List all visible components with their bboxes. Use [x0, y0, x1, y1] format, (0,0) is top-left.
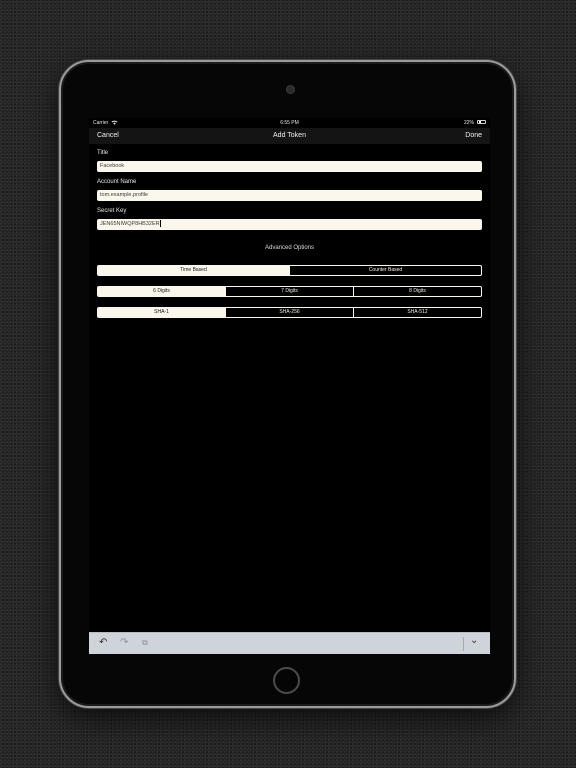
dismiss-keyboard-icon[interactable]: ⌄: [470, 635, 478, 647]
app-screen: Carrier 6:55 PM 22% Cancel Add Token Don…: [89, 118, 490, 654]
account-name-field[interactable]: tom.example.profile: [97, 190, 482, 201]
segment-sha-512[interactable]: SHA-512: [353, 308, 481, 317]
segment-8-digits[interactable]: 8 Digits: [353, 287, 481, 296]
secret-key-field[interactable]: JEN65NIWQP8HB32ER: [97, 219, 482, 230]
undo-icon[interactable]: ↶: [99, 637, 107, 649]
toolbar-divider: [463, 637, 464, 651]
done-button[interactable]: Done: [465, 132, 482, 139]
segment-sha-256[interactable]: SHA-256: [225, 308, 353, 317]
secret-key-label: Secret Key: [97, 208, 127, 214]
battery-icon: [477, 120, 486, 124]
segment-7-digits[interactable]: 7 Digits: [225, 287, 353, 296]
navigation-bar: Cancel Add Token Done: [89, 128, 490, 144]
algorithm-segmented-control: SHA-1 SHA-256 SHA-512: [97, 307, 482, 318]
secret-key-value: JEN65NIWQP8HB32ER: [100, 221, 160, 227]
battery-percentage: 22%: [463, 120, 474, 126]
paste-icon[interactable]: ⧉: [142, 637, 148, 649]
segment-time-based[interactable]: Time Based: [98, 266, 289, 275]
keyboard-shortcut-bar: ↶ ↷ ⧉ ⌄: [89, 632, 490, 654]
page-title: Add Token: [273, 132, 306, 139]
segment-sha-1[interactable]: SHA-1: [98, 308, 225, 317]
ipad-device-frame: Carrier 6:55 PM 22% Cancel Add Token Don…: [59, 60, 516, 708]
token-type-segmented-control: Time Based Counter Based: [97, 265, 482, 276]
status-bar: Carrier 6:55 PM 22%: [89, 118, 490, 128]
account-name-label: Account Name: [97, 179, 137, 185]
home-button[interactable]: [273, 667, 300, 694]
title-field[interactable]: Facebook: [97, 161, 482, 172]
status-time: 6:55 PM: [280, 120, 299, 126]
redo-icon[interactable]: ↷: [120, 637, 128, 649]
segment-counter-based[interactable]: Counter Based: [289, 266, 481, 275]
title-label: Title: [97, 150, 109, 156]
advanced-options-header: Advanced Options: [264, 245, 315, 251]
segment-6-digits[interactable]: 6 Digits: [98, 287, 225, 296]
text-cursor: [159, 220, 161, 228]
digits-segmented-control: 6 Digits 7 Digits 8 Digits: [97, 286, 482, 297]
front-camera: [286, 85, 295, 94]
